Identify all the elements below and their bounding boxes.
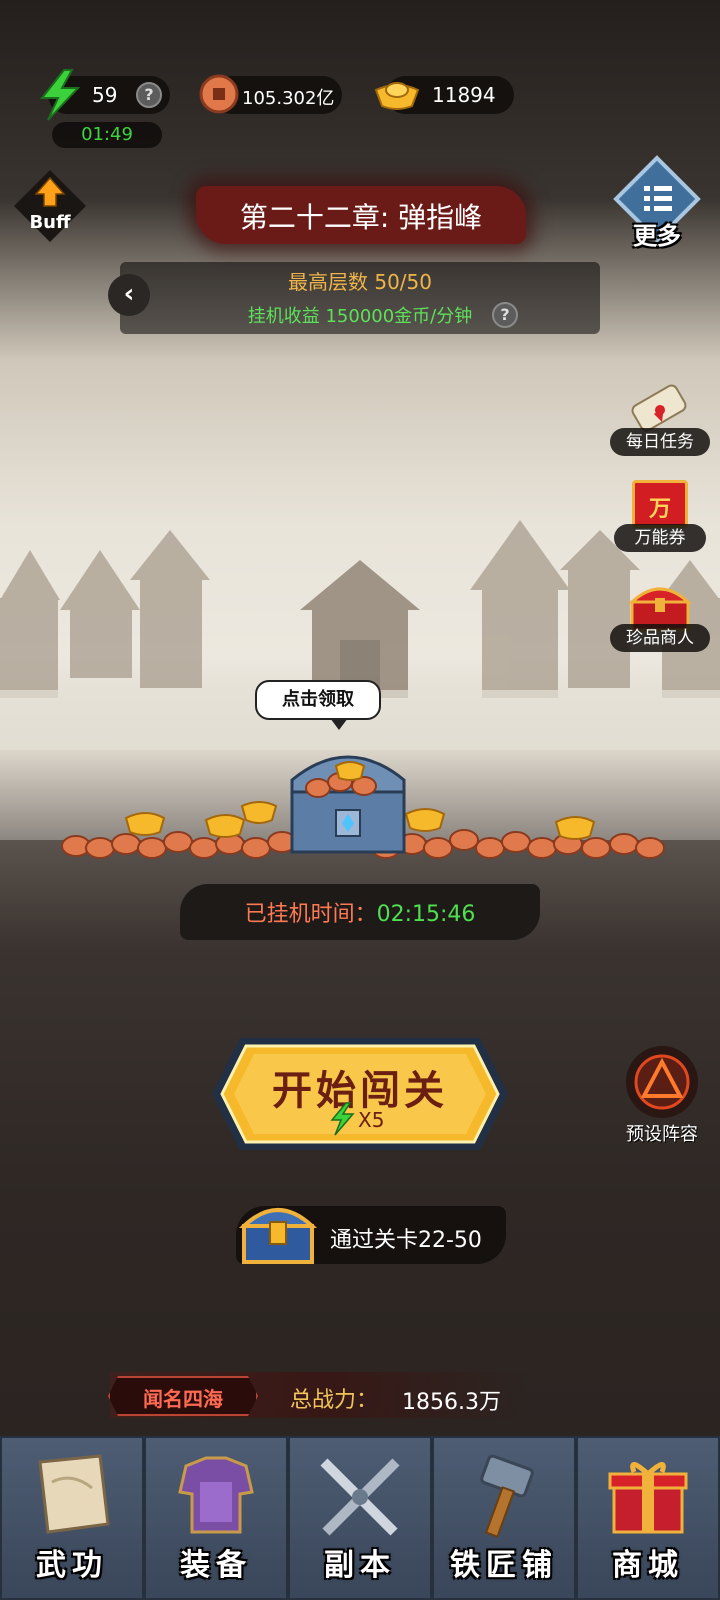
idle-time-value: 02:15:46 — [376, 902, 476, 927]
idle-time-label: 已挂机时间： — [244, 902, 377, 927]
universal-voucher-button[interactable]: 万 万能券 — [606, 480, 714, 560]
armor-icon — [178, 1456, 254, 1534]
energy-cost-lightning-icon — [330, 1102, 355, 1136]
pass-reward-chest-icon[interactable] — [238, 1200, 318, 1266]
voucher-icon: 万 — [632, 480, 688, 528]
scroll-icon — [631, 384, 687, 432]
preset-formation-button[interactable]: 预设阵容 — [610, 1044, 714, 1145]
coin-value: 105.302亿 — [242, 88, 335, 109]
nav-tab-dungeon[interactable]: 副本 — [288, 1436, 432, 1600]
highest-floor-text: 最高层数 50/50 — [288, 270, 432, 294]
nav-tab-shop[interactable]: 商城 — [576, 1436, 720, 1600]
total-power-value: 1856.3万 — [402, 1390, 501, 1415]
copper-coin-icon — [199, 74, 239, 114]
speech-bubble-tail — [330, 718, 348, 730]
preset-formation-label: 预设阵容 — [626, 1124, 698, 1145]
treasure-merchant-button[interactable]: 珍品商人 — [606, 580, 714, 660]
gold-value: 11894 — [432, 83, 496, 107]
total-power-label: 总战力： — [290, 1388, 379, 1413]
formation-triangle-icon — [626, 1046, 698, 1118]
nav-tab-blacksmith[interactable]: 铁匠铺 — [432, 1436, 576, 1600]
idle-income-text: 挂机收益 150000金币/分钟 — [247, 306, 473, 327]
idle-reward-chest[interactable] — [284, 740, 414, 858]
title-badge-label: 闻名四海 — [143, 1387, 223, 1411]
pass-reward-label: 通过关卡22-50 — [330, 1228, 482, 1253]
lightning-icon — [39, 69, 81, 121]
nav-label-martial-arts: 武功 — [36, 1548, 108, 1583]
more-label: 更多 — [633, 221, 681, 250]
gold-ingot-icon — [374, 82, 420, 110]
manual-scroll-icon — [38, 1454, 110, 1534]
energy-counter: 59 ? — [39, 69, 170, 121]
voucher-glyph: 万 — [648, 497, 671, 522]
treasure-merchant-label: 珍品商人 — [610, 624, 710, 652]
energy-cost-value: X5 — [358, 1108, 385, 1132]
daily-tasks-button[interactable]: 每日任务 — [606, 376, 714, 460]
crossed-swords-icon — [320, 1458, 400, 1536]
buff-label: Buff — [29, 212, 71, 233]
gift-box-icon — [608, 1462, 688, 1534]
daily-tasks-label: 每日任务 — [610, 428, 710, 456]
universal-voucher-label: 万能券 — [614, 524, 706, 552]
claim-speech-bubble: 点击领取 — [255, 680, 381, 720]
income-help-button[interactable]: ? — [492, 302, 518, 328]
buff-button[interactable]: Buff — [12, 168, 88, 244]
hammer-icon — [480, 1454, 534, 1538]
nav-label-shop: 商城 — [612, 1548, 684, 1583]
nav-label-blacksmith: 铁匠铺 — [450, 1548, 558, 1583]
energy-value: 59 — [92, 83, 118, 107]
nav-tab-equipment[interactable]: 装备 — [144, 1436, 288, 1600]
nav-label-dungeon: 副本 — [324, 1548, 396, 1583]
idle-time-text: 已挂机时间：02:15:46 — [180, 896, 540, 928]
energy-timer: 01:49 — [52, 122, 162, 148]
energy-help-button[interactable]: ? — [136, 82, 162, 108]
more-button[interactable]: 更多 — [612, 154, 702, 250]
chapter-title: 第二十二章: 弹指峰 — [239, 201, 483, 234]
gold-counter: 11894 — [374, 76, 514, 114]
coin-counter: 105.302亿 — [199, 74, 342, 114]
nav-label-equipment: 装备 — [180, 1548, 252, 1583]
nav-tab-martial-arts[interactable]: 武功 — [0, 1436, 144, 1600]
